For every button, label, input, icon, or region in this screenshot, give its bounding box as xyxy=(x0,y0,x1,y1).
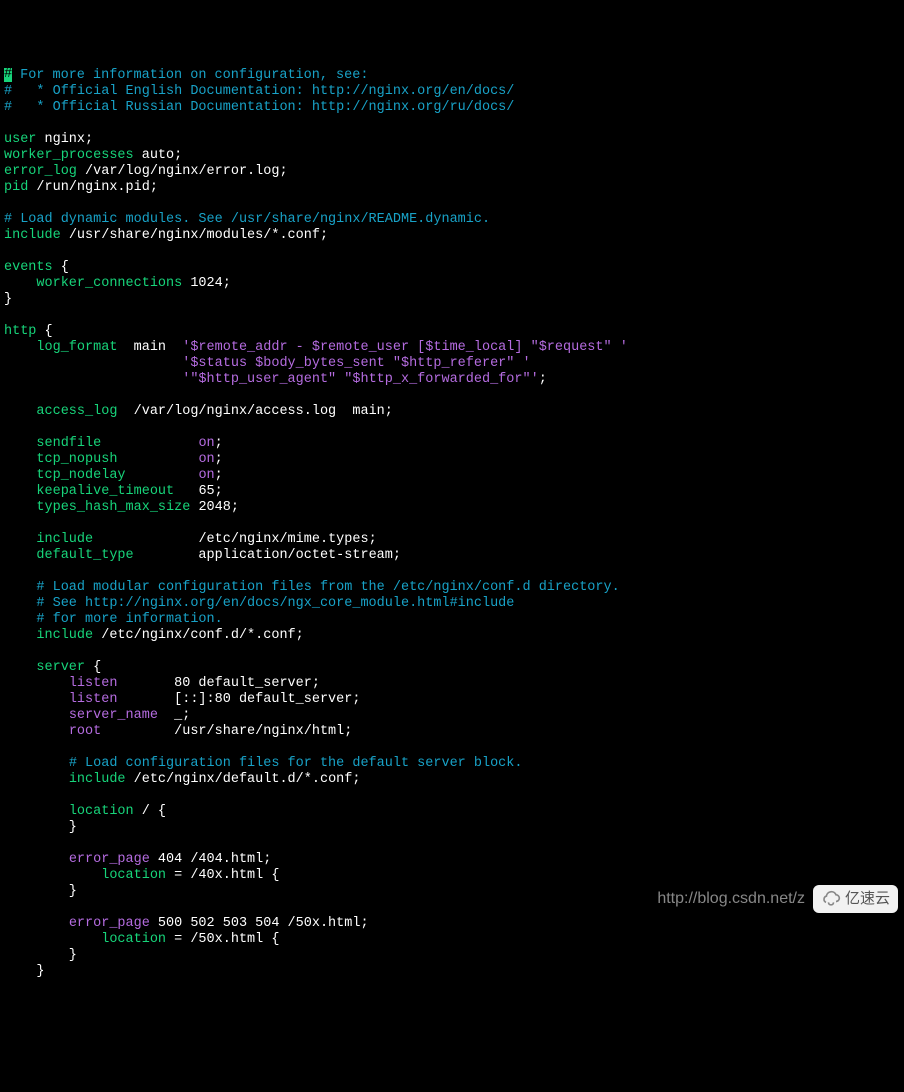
watermark-brand: 亿速云 xyxy=(845,891,890,907)
directive-error-log: error_log xyxy=(4,164,77,179)
terminal-output: # For more information on configuration,… xyxy=(4,68,900,980)
cloud-icon xyxy=(821,889,841,909)
directive-default-type: default_type xyxy=(36,548,133,563)
value: 500 502 503 504 /50x.html; xyxy=(150,916,369,931)
value: = /40x.html { xyxy=(166,868,279,883)
comment: # * Official English Documentation: http… xyxy=(4,84,514,99)
comment: # See http://nginx.org/en/docs/ngx_core_… xyxy=(36,596,514,611)
directive-worker-processes: worker_processes xyxy=(4,148,134,163)
directive-server-name: server_name xyxy=(69,708,158,723)
value: / { xyxy=(134,804,166,819)
value: /etc/nginx/default.d/*.conf; xyxy=(126,772,361,787)
value: [::]:80 default_server; xyxy=(117,692,360,707)
value: /etc/nginx/mime.types; xyxy=(93,532,377,547)
directive-include: include xyxy=(36,532,93,547)
comment: # Load modular configuration files from … xyxy=(36,580,619,595)
log-format-line3: '"$http_user_agent" "$http_x_forwarded_f… xyxy=(182,372,538,387)
comment: For more information on configuration, s… xyxy=(12,68,368,83)
value-on: on xyxy=(198,468,214,483)
value: _; xyxy=(158,708,190,723)
value: /var/log/nginx/error.log; xyxy=(77,164,288,179)
value: nginx; xyxy=(36,132,93,147)
value: /usr/share/nginx/html; xyxy=(101,724,352,739)
comment: # Load configuration files for the defau… xyxy=(69,756,523,771)
value: 1024; xyxy=(182,276,231,291)
directive-pid: pid xyxy=(4,180,28,195)
comment: # for more information. xyxy=(36,612,222,627)
value-on: on xyxy=(198,436,214,451)
directive-events: events xyxy=(4,260,53,275)
directive-error-page: error_page xyxy=(69,916,150,931)
value: main xyxy=(117,340,182,355)
directive-types-hash-max-size: types_hash_max_size xyxy=(36,500,190,515)
directive-location: location xyxy=(101,932,166,947)
log-format-line2: '$status $body_bytes_sent "$http_referer… xyxy=(182,356,530,371)
directive-include: include xyxy=(36,628,93,643)
directive-listen: listen xyxy=(69,692,118,707)
directive-include: include xyxy=(69,772,126,787)
directive-listen: listen xyxy=(69,676,118,691)
value: auto; xyxy=(134,148,183,163)
value: 80 default_server; xyxy=(117,676,320,691)
directive-keepalive-timeout: keepalive_timeout xyxy=(36,484,174,499)
value: /var/log/nginx/access.log main; xyxy=(117,404,392,419)
value: = /50x.html { xyxy=(166,932,279,947)
value: 65; xyxy=(174,484,223,499)
comment: # * Official Russian Documentation: http… xyxy=(4,100,514,115)
directive-log-format: log_format xyxy=(36,340,117,355)
value: /usr/share/nginx/modules/*.conf; xyxy=(61,228,328,243)
directive-worker-connections: worker_connections xyxy=(36,276,182,291)
directive-root: root xyxy=(69,724,101,739)
cursor: # xyxy=(4,68,12,82)
directive-server: server xyxy=(36,660,85,675)
comment: # Load dynamic modules. See /usr/share/n… xyxy=(4,212,490,227)
log-format-line1: '$remote_addr - $remote_user [$time_loca… xyxy=(182,340,628,355)
directive-error-page: error_page xyxy=(69,852,150,867)
directive-access-log: access_log xyxy=(36,404,117,419)
value: 404 /404.html; xyxy=(150,852,272,867)
value: 2048; xyxy=(190,500,239,515)
watermark-logo: 亿速云 xyxy=(813,885,898,913)
directive-include: include xyxy=(4,228,61,243)
directive-location: location xyxy=(69,804,134,819)
directive-user: user xyxy=(4,132,36,147)
value: /run/nginx.pid; xyxy=(28,180,158,195)
directive-http: http xyxy=(4,324,36,339)
directive-sendfile: sendfile xyxy=(36,436,101,451)
value-on: on xyxy=(198,452,214,467)
directive-tcp-nopush: tcp_nopush xyxy=(36,452,117,467)
value: application/octet-stream; xyxy=(134,548,401,563)
watermark: http://blog.csdn.net/z 亿速云 xyxy=(657,885,898,913)
directive-location: location xyxy=(101,868,166,883)
value: /etc/nginx/conf.d/*.conf; xyxy=(93,628,304,643)
watermark-url: http://blog.csdn.net/z xyxy=(657,891,805,907)
directive-tcp-nodelay: tcp_nodelay xyxy=(36,468,125,483)
